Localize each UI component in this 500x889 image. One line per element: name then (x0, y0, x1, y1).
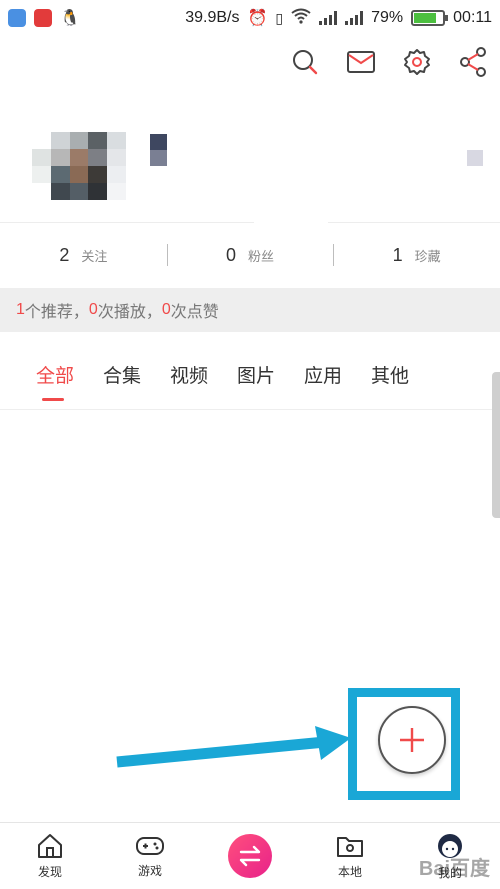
network-speed: 39.9B/s (185, 9, 240, 26)
tab-all[interactable]: 全部 (36, 360, 103, 410)
shield-app-icon (8, 9, 26, 27)
bottom-nav: 发现 游戏 本地 我的 Bai百度 (0, 822, 500, 889)
stats-row: 2 关注 0 粉丝 1 珍藏 (0, 234, 500, 276)
clock: 00:11 (453, 9, 492, 26)
tab-images[interactable]: 图片 (237, 360, 304, 410)
stat-count: 1 (392, 244, 403, 265)
transfer-icon (239, 845, 261, 867)
stat-fans[interactable]: 0 粉丝 (166, 234, 334, 276)
battery-icon (411, 10, 449, 26)
baidu-watermark: Bai百度 (418, 858, 490, 880)
netease-music-icon (34, 9, 52, 27)
nav-label: 发现 (37, 864, 62, 879)
tab-apps[interactable]: 应用 (304, 360, 371, 410)
recommend-label: 个推荐， (24, 304, 89, 321)
share-icon[interactable] (458, 44, 488, 80)
stat-count: 0 (225, 244, 236, 265)
stat-label: 珍藏 (414, 248, 441, 264)
username-pixelated (150, 134, 167, 166)
status-bar: 🐧 39.9B/s ⏰ ▯ 79% 00:11 (0, 0, 500, 36)
stat-following[interactable]: 2 关注 (0, 234, 167, 276)
stat-favorites[interactable]: 1 珍藏 (333, 234, 500, 276)
like-count: 0 (161, 301, 171, 318)
nav-label: 游戏 (137, 863, 162, 878)
home-icon (38, 833, 62, 858)
content-tabs: 全部 合集 视频 图片 应用 其他 (0, 360, 500, 410)
recommend-count: 1 (16, 301, 25, 318)
stat-count: 2 (59, 244, 70, 265)
profile-divider-left (0, 222, 254, 223)
nav-games[interactable]: 游戏 (100, 823, 200, 889)
battery-fill (414, 13, 437, 23)
annotation-arrow (116, 726, 351, 768)
play-label: 次播放， (97, 304, 162, 321)
folder-icon (337, 836, 363, 857)
tab-other[interactable]: 其他 (371, 360, 438, 410)
battery-percent: 79% (371, 9, 404, 26)
gamepad-icon (136, 836, 164, 855)
gear-icon[interactable] (402, 44, 432, 80)
nav-local[interactable]: 本地 (300, 823, 400, 889)
play-count: 0 (88, 301, 98, 318)
profile-divider-right (328, 222, 500, 223)
vibrate-icon: ▯ (275, 9, 284, 26)
qq-icon: 🐧 (60, 10, 80, 27)
activity-summary: 1 个推荐， 0 次播放， 0 次点赞 (0, 288, 500, 332)
nav-transfer[interactable] (200, 823, 300, 889)
stat-label: 粉丝 (248, 248, 275, 264)
mail-icon[interactable] (346, 44, 376, 80)
edge-scroll-handle[interactable] (492, 372, 500, 518)
signal-icon (319, 11, 338, 25)
search-icon[interactable] (290, 44, 320, 80)
stat-label: 关注 (81, 248, 108, 264)
signal-icon-2 (345, 11, 364, 25)
nav-discover[interactable]: 发现 (0, 823, 100, 889)
avatar[interactable] (32, 132, 126, 200)
nav-label: 本地 (337, 864, 362, 879)
transfer-button[interactable] (228, 834, 272, 878)
wifi-icon (291, 8, 311, 29)
tab-videos[interactable]: 视频 (170, 360, 237, 410)
add-button[interactable] (378, 706, 446, 774)
alarm-icon: ⏰ (247, 10, 268, 27)
tab-collections[interactable]: 合集 (103, 360, 170, 410)
like-label: 次点赞 (170, 304, 219, 321)
profile-edit-block[interactable] (467, 150, 483, 166)
plus-icon (400, 728, 424, 752)
header-actions (290, 44, 488, 80)
